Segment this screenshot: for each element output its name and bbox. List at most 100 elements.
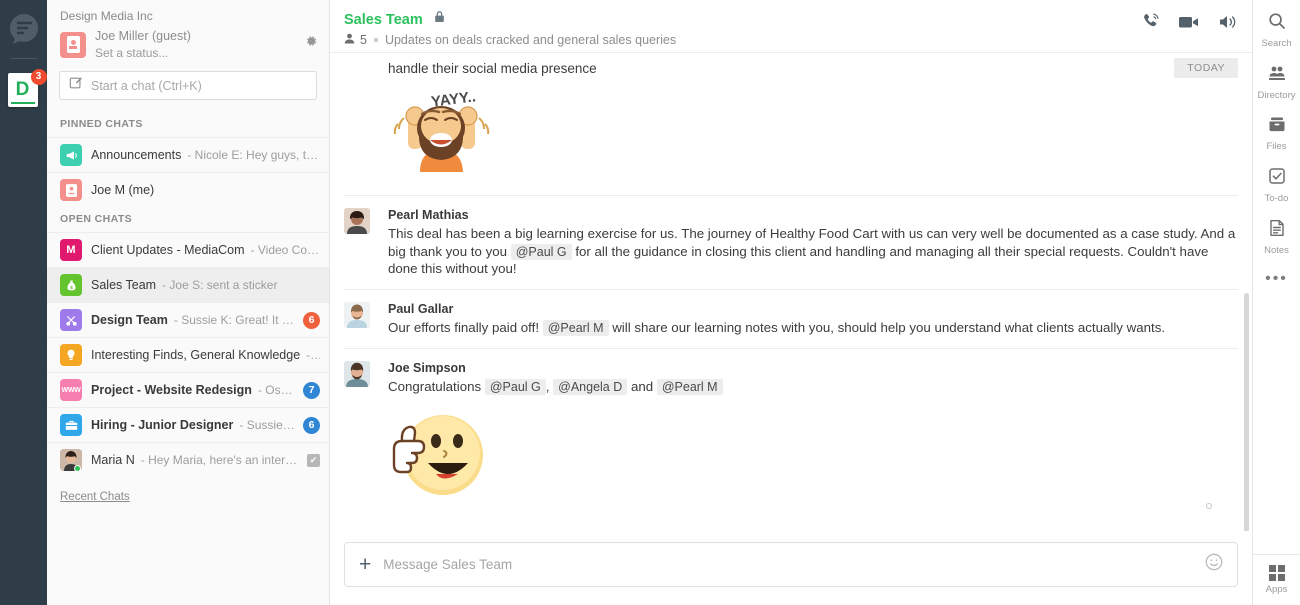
chat-preview: - Sussie K: Great! It was fun ... — [174, 313, 298, 327]
start-chat-search-box[interactable] — [59, 71, 317, 100]
user-profile-row[interactable]: Joe Miller (guest) Set a status... — [47, 28, 329, 71]
message-item: Joe Simpson Congratulations @Paul G, @An… — [344, 348, 1238, 515]
message-composer[interactable]: + — [344, 542, 1238, 587]
mention-chip[interactable]: @Angela D — [553, 379, 627, 395]
pinned-chats-title: PINNED CHATS — [47, 112, 329, 137]
chat-name: Maria N — [91, 453, 135, 467]
mention-chip[interactable]: @Paul G — [511, 244, 572, 260]
lightbulb-icon — [60, 344, 82, 366]
chat-name: Sales Team — [91, 278, 156, 292]
unread-badge: 6 — [303, 417, 320, 434]
message-text-part: and — [627, 379, 657, 394]
more-dots-icon: ••• — [1265, 271, 1288, 287]
rail-item-apps[interactable]: Apps — [1253, 565, 1300, 595]
room-subheader: 5 Updates on deals cracked and general s… — [344, 33, 1238, 47]
rail-item-more[interactable]: ••• — [1253, 271, 1300, 287]
video-camera-icon[interactable] — [1178, 13, 1200, 36]
joe-simpson-avatar[interactable] — [344, 361, 370, 387]
message-list[interactable]: TODAY handle their social media presence… — [330, 53, 1252, 531]
briefcase-icon — [60, 414, 82, 436]
recent-chats-link[interactable]: Recent Chats — [47, 477, 329, 503]
message-author: Joe Simpson — [388, 361, 1238, 375]
room-title: Sales Team — [344, 12, 423, 28]
read-receipt-icon: ✔ — [307, 454, 320, 467]
paul-gallar-avatar[interactable] — [344, 302, 370, 328]
chat-name: Joe M (me) — [91, 183, 154, 197]
chat-preview: - Maria N — [306, 348, 320, 362]
profile-display-name: Joe Miller — [95, 29, 149, 43]
notes-icon — [1269, 219, 1285, 242]
chat-row-sales-team[interactable]: $ Sales Team - Joe S: sent a sticker — [47, 267, 329, 302]
smiley-icon[interactable] — [1205, 553, 1223, 576]
lock-icon — [434, 12, 445, 26]
open-chats-title: OPEN CHATS — [47, 207, 329, 232]
rail-item-directory[interactable]: Directory — [1253, 64, 1300, 101]
chat-name: Client Updates - MediaCom — [91, 243, 245, 257]
room-description: Updates on deals cracked and general sal… — [385, 33, 676, 47]
chat-row-design-team[interactable]: Design Team - Sussie K: Great! It was fu… — [47, 302, 329, 337]
mention-chip[interactable]: @Pearl M — [657, 379, 723, 395]
apps-grid-icon — [1269, 565, 1285, 581]
person-icon — [344, 33, 355, 47]
chat-preview: - Video Conferenc — [251, 243, 320, 257]
chat-bubble-logo-icon[interactable] — [7, 12, 41, 46]
start-chat-input[interactable] — [91, 79, 307, 93]
yayy-caveman-sticker[interactable]: YAYY.. — [344, 76, 1238, 195]
rail-item-todo[interactable]: To-do — [1253, 167, 1300, 204]
message-item: Pearl Mathias This deal has been a big l… — [344, 195, 1238, 289]
chat-row-maria-n[interactable]: Maria N - Hey Maria, here's an interesti… — [47, 442, 329, 477]
message-text-part: Our efforts finally paid off! — [388, 320, 543, 335]
chat-row-interesting-finds[interactable]: Interesting Finds, General Knowledge - M… — [47, 337, 329, 372]
left-app-rail: D 3 — [0, 0, 47, 605]
speaker-icon[interactable] — [1218, 13, 1238, 36]
chat-preview: - Nicole E: Hey guys, the N... — [187, 148, 320, 162]
chat-name: Interesting Finds, General Knowledge — [91, 348, 300, 362]
message-text: This deal has been a big learning exerci… — [388, 225, 1238, 278]
message-author: Paul Gallar — [388, 302, 1238, 316]
chat-name: Hiring - Junior Designer — [91, 418, 233, 432]
chat-row-joe-m[interactable]: Joe M (me) — [47, 172, 329, 207]
app-icon-documents[interactable]: D 3 — [8, 73, 40, 109]
message-input[interactable] — [383, 557, 1205, 572]
phone-call-icon[interactable] — [1141, 12, 1160, 36]
message-text-part: will share our learning notes with you, … — [609, 320, 1166, 335]
letter-m-icon: M — [60, 239, 82, 261]
thumbs-up-smiley-sticker[interactable] — [388, 395, 1238, 503]
todo-checkbox-icon — [1268, 167, 1286, 190]
plus-icon[interactable]: + — [359, 554, 371, 575]
rail-label: Search — [1261, 38, 1291, 49]
message-text-part: Congratulations — [388, 379, 485, 394]
rail-item-search[interactable]: Search — [1253, 12, 1300, 49]
dot-separator — [374, 38, 378, 42]
www-icon: WWW — [60, 379, 82, 401]
rail-item-files[interactable]: Files — [1253, 116, 1300, 152]
gear-icon[interactable] — [304, 34, 318, 53]
compose-icon — [69, 76, 83, 95]
conversation-panel: Sales Team 5 Updates on deals cracked an… — [330, 0, 1252, 605]
search-icon — [1268, 12, 1286, 35]
rail-label: Files — [1266, 141, 1286, 152]
contact-card-icon — [60, 32, 86, 58]
mention-chip[interactable]: @Paul G — [485, 379, 546, 395]
open-chat-list: M Client Updates - MediaCom - Video Conf… — [47, 232, 329, 605]
conversation-header: Sales Team 5 Updates on deals cracked an… — [330, 0, 1252, 53]
message-status-indicator — [1206, 503, 1212, 509]
date-divider: TODAY — [1174, 58, 1238, 78]
chat-preview: - Oscar G: Do... — [258, 383, 298, 397]
mention-chip[interactable]: @Pearl M — [543, 320, 609, 336]
chat-preview: - Joe S: sent a sticker — [162, 278, 320, 292]
member-count: 5 — [360, 33, 367, 47]
rail-label: Apps — [1266, 584, 1288, 595]
pearl-mathias-avatar[interactable] — [344, 208, 370, 234]
rail-item-notes[interactable]: Notes — [1253, 219, 1300, 256]
chat-row-project-website-redesign[interactable]: WWW Project - Website Redesign - Oscar G… — [47, 372, 329, 407]
profile-status-text[interactable]: Set a status... — [95, 45, 191, 61]
contact-card-icon — [60, 179, 82, 201]
chat-row-announcements[interactable]: Announcements - Nicole E: Hey guys, the … — [47, 137, 329, 172]
start-chat-search-wrap — [47, 71, 329, 112]
message-scrollbar[interactable] — [1244, 293, 1249, 531]
svg-text:$: $ — [70, 284, 73, 290]
chat-row-hiring-junior-designer[interactable]: Hiring - Junior Designer - Sussie K: Yes… — [47, 407, 329, 442]
chat-row-client-updates[interactable]: M Client Updates - MediaCom - Video Conf… — [47, 232, 329, 267]
app-root: D 3 Design Media Inc Joe Miller (guest) … — [0, 0, 1300, 605]
